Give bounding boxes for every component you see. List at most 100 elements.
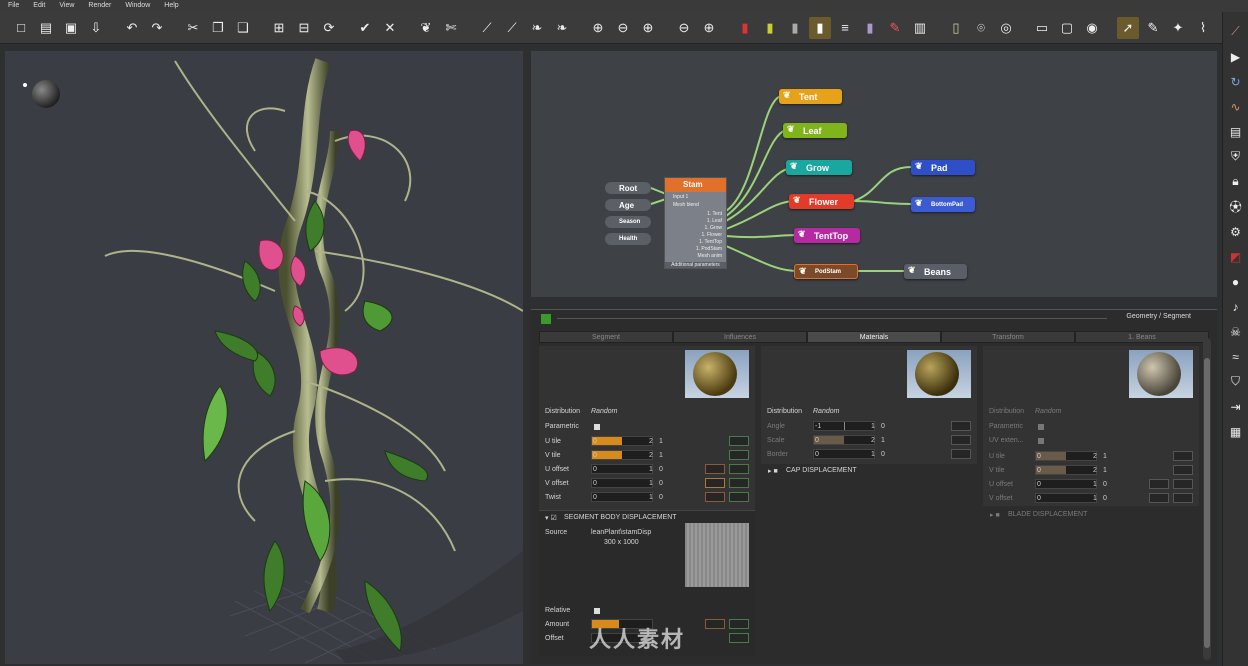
u-tile-slider[interactable]: [591, 436, 653, 446]
cylinder-grey-icon[interactable]: ▮: [784, 17, 806, 39]
group-icon[interactable]: ⊞: [268, 17, 290, 39]
zoom-node-icon[interactable]: ⊕: [587, 17, 609, 39]
angle-anim[interactable]: [951, 421, 971, 431]
undo-icon[interactable]: ↶: [121, 17, 143, 39]
node-tent[interactable]: ❦ Tent: [779, 89, 842, 104]
blade-distribution-value[interactable]: Random: [1035, 408, 1061, 415]
lock-icon[interactable]: 🔒︎: [1227, 172, 1245, 191]
check-icon[interactable]: ✔: [354, 17, 376, 39]
menu-window[interactable]: Window: [125, 0, 150, 12]
u-tile-anim[interactable]: [729, 436, 749, 446]
tube-icon[interactable]: ▮: [859, 17, 881, 39]
tab-beans[interactable]: 1. Beans: [1075, 331, 1209, 343]
palette-icon[interactable]: ▤: [1227, 122, 1245, 141]
blade-u-tile-anim[interactable]: [1173, 451, 1193, 461]
camera-icon[interactable]: ⌾: [970, 17, 992, 39]
u-offset-anim[interactable]: [729, 464, 749, 474]
v-offset-curve[interactable]: [705, 478, 725, 488]
delete-icon[interactable]: ✕: [379, 17, 401, 39]
tab-materials[interactable]: Materials: [807, 331, 941, 343]
color-swatch[interactable]: [541, 314, 551, 324]
play-icon[interactable]: ▶: [1227, 47, 1245, 66]
redo-icon[interactable]: ↷: [146, 17, 168, 39]
node-tenttop[interactable]: ❦ TentTop: [794, 228, 860, 243]
render-icon[interactable]: ◉: [1081, 17, 1103, 39]
v-tile-anim[interactable]: [729, 450, 749, 460]
material-preview-2[interactable]: [907, 350, 971, 398]
remove-icon[interactable]: ⊖: [673, 17, 695, 39]
blade-v-offset-curve[interactable]: [1149, 493, 1169, 503]
v-offset-anim[interactable]: [729, 478, 749, 488]
import-icon[interactable]: ⇩: [85, 17, 107, 39]
relative-checkbox[interactable]: [594, 608, 600, 614]
angle-slider[interactable]: [813, 421, 875, 431]
node-beans[interactable]: ❦ Beans: [904, 264, 967, 279]
v-offset-value[interactable]: 0: [659, 480, 663, 487]
offset-anim[interactable]: [729, 633, 749, 643]
u-offset-curve[interactable]: [705, 464, 725, 474]
v-tile-value[interactable]: 1: [659, 452, 663, 459]
paint-icon[interactable]: ✎: [884, 17, 906, 39]
compass-icon[interactable]: ◎: [995, 17, 1017, 39]
cap-displacement-toggle[interactable]: ▸ ■: [768, 467, 778, 475]
save-icon[interactable]: ▣: [60, 17, 82, 39]
tab-influences[interactable]: Influences: [673, 331, 807, 343]
menu-file[interactable]: File: [8, 0, 19, 12]
blade-u-tile-slider[interactable]: [1035, 451, 1097, 461]
blade-u-offset-value[interactable]: 0: [1103, 481, 1107, 488]
u-tile-value[interactable]: 1: [659, 438, 663, 445]
badge-icon[interactable]: ⛉: [1227, 372, 1245, 391]
stem-icon[interactable]: ⟋: [476, 17, 498, 39]
scale-value[interactable]: 1: [881, 437, 885, 444]
remove-node-icon[interactable]: ⊖: [612, 17, 634, 39]
blade-v-offset-anim[interactable]: [1173, 493, 1193, 503]
blade-v-offset-slider[interactable]: [1035, 493, 1097, 503]
open-file-icon[interactable]: ▤: [35, 17, 57, 39]
blade-u-offset-slider[interactable]: [1035, 479, 1097, 489]
border-slider[interactable]: [813, 449, 875, 459]
properties-scrollbar[interactable]: [1203, 338, 1211, 660]
leaf-icon[interactable]: ❧: [526, 17, 548, 39]
input-root[interactable]: Root: [605, 182, 651, 194]
blade-u-offset-anim[interactable]: [1173, 479, 1193, 489]
menu-render[interactable]: Render: [88, 0, 111, 12]
rotate-icon[interactable]: ↻: [1227, 72, 1245, 91]
blade-u-tile-value[interactable]: 1: [1103, 453, 1107, 460]
displacement-texture-preview[interactable]: [685, 523, 749, 587]
bars-icon[interactable]: ≡: [834, 17, 856, 39]
wave-icon[interactable]: ≈: [1227, 347, 1245, 366]
blade-displacement-toggle[interactable]: ▸ ■: [990, 511, 1000, 519]
border-anim[interactable]: [951, 449, 971, 459]
blade-v-tile-anim[interactable]: [1173, 465, 1193, 475]
wand-icon[interactable]: ✦: [1167, 17, 1189, 39]
angle-value[interactable]: 0: [881, 423, 885, 430]
node-pad[interactable]: ❦ Pad: [911, 160, 975, 175]
curve-icon[interactable]: ∿: [1227, 97, 1245, 116]
input-season[interactable]: Season: [605, 216, 651, 228]
border-value[interactable]: 0: [881, 451, 885, 458]
menu-edit[interactable]: Edit: [33, 0, 45, 12]
add-icon[interactable]: ⊕: [698, 17, 720, 39]
u-offset-value[interactable]: 0: [659, 466, 663, 473]
scale-anim[interactable]: [951, 435, 971, 445]
amount-curve[interactable]: [705, 619, 725, 629]
input-age[interactable]: Age: [605, 199, 651, 211]
export-icon[interactable]: ⇥: [1227, 397, 1245, 416]
uv-extent-checkbox[interactable]: [1038, 438, 1044, 444]
note-icon[interactable]: ♪: [1227, 297, 1245, 316]
material-preview-3[interactable]: [1129, 350, 1193, 398]
soccer-icon[interactable]: ⚽︎: [1227, 197, 1245, 216]
gear-icon[interactable]: ⚙: [1227, 222, 1245, 241]
menu-view[interactable]: View: [59, 0, 74, 12]
pen-icon[interactable]: ✎: [1142, 17, 1164, 39]
v-offset-slider[interactable]: [591, 478, 653, 488]
frond-icon[interactable]: ❧: [551, 17, 573, 39]
input-health[interactable]: Health: [605, 233, 651, 245]
copy-icon[interactable]: ❐: [207, 17, 229, 39]
cylinder-yellow-icon[interactable]: ▮: [759, 17, 781, 39]
tab-transform[interactable]: Transform: [941, 331, 1075, 343]
window-icon[interactable]: ▢: [1056, 17, 1078, 39]
paste-icon[interactable]: ❑: [232, 17, 254, 39]
blade-parametric-checkbox[interactable]: [1038, 424, 1044, 430]
parametric-checkbox[interactable]: [594, 424, 600, 430]
